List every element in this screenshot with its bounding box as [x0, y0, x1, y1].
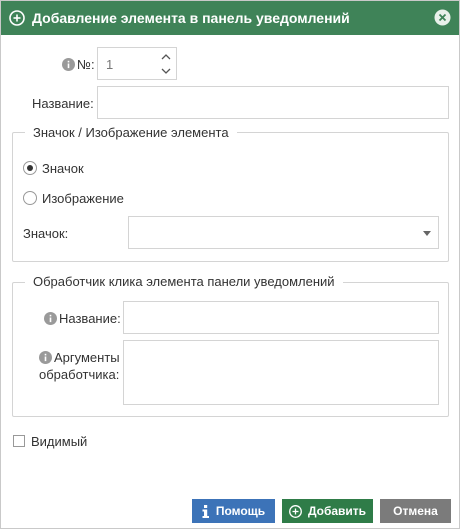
handler-name-label: Название:	[59, 311, 121, 326]
info-icon	[202, 504, 209, 518]
add-notification-item-dialog: Добавление элемента в панель уведомлений…	[0, 0, 460, 529]
number-stepper[interactable]: 1	[97, 47, 177, 80]
icon-select[interactable]	[128, 216, 439, 249]
radio-selected-dot	[27, 165, 33, 171]
info-icon	[62, 58, 75, 71]
name-input[interactable]	[97, 86, 449, 119]
chevron-down-icon	[423, 231, 431, 236]
info-icon	[44, 312, 57, 325]
visible-label[interactable]: Видимый	[31, 434, 87, 449]
name-label: Название:	[32, 96, 94, 111]
icon-group-legend: Значок / Изображение элемента	[25, 125, 237, 140]
radio-icon[interactable]	[23, 161, 37, 175]
radio-icon-label[interactable]: Значок	[42, 161, 84, 176]
add-button[interactable]: Добавить	[282, 499, 373, 523]
add-button-label: Добавить	[307, 504, 367, 518]
handler-args-textarea[interactable]	[123, 340, 439, 405]
dialog-titlebar: Добавление элемента в панель уведомлений	[1, 1, 459, 35]
number-label: №:	[77, 57, 95, 72]
help-button[interactable]: Помощь	[192, 499, 275, 523]
handler-args-label-line1: Аргументы	[54, 350, 120, 365]
cancel-button[interactable]: Отмена	[380, 499, 451, 523]
dialog-title: Добавление элемента в панель уведомлений	[32, 10, 350, 26]
handler-name-input[interactable]	[123, 301, 439, 334]
handler-args-label-line2: обработчика:	[39, 367, 120, 382]
number-value: 1	[106, 57, 114, 72]
spinner-arrows-icon[interactable]	[160, 51, 172, 77]
icon-select-label: Значок:	[23, 226, 69, 241]
add-circle-icon	[288, 504, 302, 518]
radio-image-label[interactable]: Изображение	[42, 191, 124, 206]
info-icon	[39, 351, 52, 364]
handler-group-legend: Обработчик клика элемента панели уведомл…	[25, 274, 343, 289]
help-button-label: Помощь	[215, 504, 266, 518]
close-icon[interactable]	[434, 9, 451, 26]
radio-image[interactable]	[23, 191, 37, 205]
add-circle-icon	[9, 10, 25, 26]
visible-checkbox[interactable]	[13, 435, 25, 447]
cancel-button-label: Отмена	[393, 504, 438, 518]
